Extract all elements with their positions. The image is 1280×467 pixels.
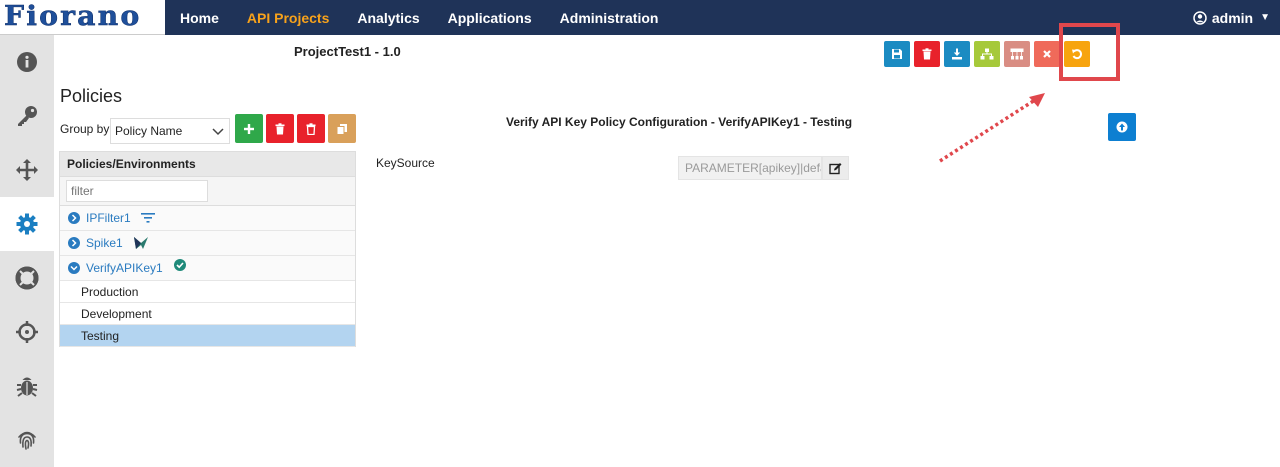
hierarchy-button[interactable] [974, 41, 1000, 67]
main-nav: Home API Projects Analytics Applications… [180, 0, 686, 35]
tree-item-ipfilter1[interactable]: IPFilter1 [60, 206, 355, 231]
logo-text: Fiorano [4, 1, 142, 33]
copy-icon [336, 123, 347, 135]
network-icon [1010, 48, 1024, 60]
keysource-input[interactable]: PARAMETER[apikey]|default [678, 156, 822, 180]
bug-icon[interactable] [0, 359, 54, 413]
upload-circle-icon [1116, 121, 1128, 133]
move-icon[interactable] [0, 143, 54, 197]
user-circle-icon [1193, 10, 1207, 25]
delete-button[interactable] [914, 41, 940, 67]
save-button[interactable] [884, 41, 910, 67]
tree-header: Policies/Environments [60, 152, 355, 177]
delete-policy-button[interactable] [266, 114, 294, 143]
nav-home[interactable]: Home [180, 10, 219, 26]
user-name: admin [1211, 9, 1254, 26]
download-button[interactable] [944, 41, 970, 67]
edit-keysource-button[interactable] [822, 156, 849, 180]
left-sidebar [0, 35, 54, 467]
tree-item-verifyapikey1[interactable]: VerifyAPIKey1 [60, 256, 355, 281]
fiorano-logo[interactable]: Fiorano [0, 0, 165, 35]
edit-icon [829, 162, 842, 174]
keysource-label: KeySource [376, 156, 435, 170]
check-badge-icon [173, 259, 186, 271]
fingerprint-icon[interactable] [0, 413, 54, 467]
nav-analytics[interactable]: Analytics [357, 10, 419, 26]
network-button[interactable] [1004, 41, 1030, 67]
config-title: Verify API Key Policy Configuration - Ve… [506, 115, 853, 129]
copy-policy-button[interactable] [328, 114, 356, 143]
env-item-development[interactable]: Development [60, 303, 355, 325]
download-icon [952, 48, 962, 60]
gear-icon[interactable] [0, 197, 54, 251]
group-by-label: Group by [60, 122, 110, 136]
policy-tree: Policies/Environments IPFilter1 Spike1 V… [59, 151, 356, 347]
tree-item-spike1[interactable]: Spike1 [60, 231, 355, 256]
nav-administration[interactable]: Administration [560, 10, 659, 26]
tree-item-label: IPFilter1 [86, 211, 131, 225]
project-title: ProjectTest1 - 1.0 [294, 44, 401, 59]
env-item-testing[interactable]: Testing [60, 325, 355, 347]
key-icon[interactable] [0, 89, 54, 143]
lifebuoy-icon[interactable] [0, 251, 54, 305]
crosshair-icon[interactable] [0, 305, 54, 359]
tree-item-label: Spike1 [86, 236, 123, 250]
plus-icon [244, 123, 254, 134]
policies-heading: Policies [60, 86, 123, 106]
info-icon[interactable] [0, 35, 54, 89]
highlight-box [1059, 23, 1120, 81]
policy-actions [235, 114, 359, 143]
spike-icon [133, 237, 148, 249]
group-by-select[interactable]: Policy Name [110, 118, 230, 144]
upload-button[interactable] [1108, 113, 1136, 141]
close-button[interactable] [1034, 41, 1060, 67]
chevron-right-icon[interactable] [68, 237, 80, 249]
group-by-value: Policy Name [115, 124, 183, 138]
chevron-down-icon [212, 128, 224, 136]
filter-row [60, 177, 355, 206]
chevron-right-icon[interactable] [68, 212, 80, 224]
nav-applications[interactable]: Applications [448, 10, 532, 26]
trash-icon [922, 48, 932, 60]
trash-outline-icon [306, 122, 316, 135]
delete-environment-button[interactable] [297, 114, 325, 143]
annotation-arrow [939, 93, 1045, 163]
filter-icon [140, 213, 155, 223]
chevron-down-icon[interactable] [68, 262, 80, 274]
env-item-production[interactable]: Production [60, 281, 355, 303]
close-icon [1043, 50, 1051, 58]
nav-api-projects[interactable]: API Projects [247, 10, 329, 26]
add-policy-button[interactable] [235, 114, 263, 143]
filter-input[interactable] [66, 180, 208, 202]
tree-item-label: VerifyAPIKey1 [86, 261, 163, 275]
hierarchy-icon [980, 48, 994, 60]
trash-icon [275, 122, 285, 134]
chevron-down-icon: ▼ [1260, 12, 1270, 23]
save-icon [892, 49, 902, 59]
user-menu[interactable]: admin ▼ [1193, 0, 1270, 35]
